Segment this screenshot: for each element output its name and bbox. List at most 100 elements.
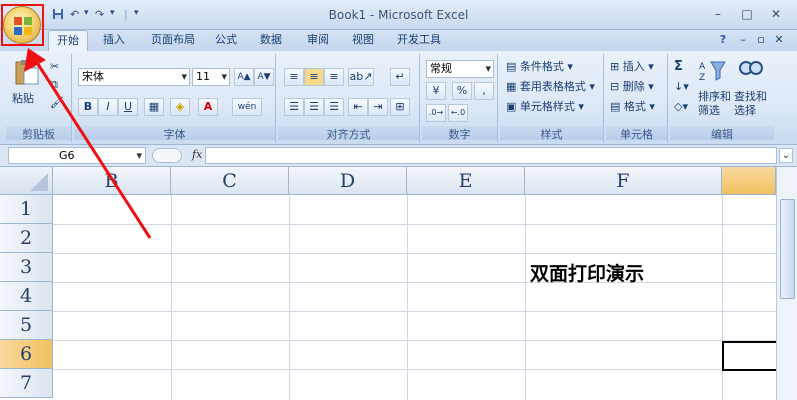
decrease-decimal-icon[interactable]: ←.0 (448, 104, 468, 122)
format-cells-label: 格式 (623, 100, 646, 113)
align-center-icon[interactable]: ☰ (304, 98, 324, 116)
editing-group: Σ ↓▾ ◇▾ AZ 排序和 筛选 查找和 选择 编辑 (670, 54, 774, 142)
svg-text:Z: Z (699, 73, 705, 82)
name-box[interactable]: G6 ▾ (8, 147, 146, 164)
worksheet-grid: B C D E F 1 2 3 4 5 6 7 双面打印演示 (0, 167, 797, 400)
scrollbar-thumb[interactable] (780, 199, 795, 299)
font-color-icon[interactable]: A (198, 98, 218, 116)
sort-filter-label-2[interactable]: 筛选 (698, 102, 720, 120)
align-right-icon[interactable]: ☰ (324, 98, 344, 116)
format-as-table-button[interactable]: ▦ 套用表格格式 ▾ (506, 78, 595, 96)
row-header-3[interactable]: 3 (0, 253, 53, 282)
tab-formulas[interactable]: 公式 (208, 30, 244, 51)
gridline (53, 311, 776, 312)
find-select-icon[interactable] (738, 58, 764, 82)
tab-page-layout[interactable]: 页面布局 (144, 30, 202, 51)
clipboard-group: 粘贴 ✂ ⧉ 🖌 剪贴板 (6, 54, 72, 142)
expand-formula-bar-icon[interactable]: ⌄ (779, 148, 793, 163)
row-header-7[interactable]: 7 (0, 369, 53, 398)
align-left-icon[interactable]: ☰ (284, 98, 304, 116)
number-format-select[interactable]: 常规 ▾ (426, 60, 494, 78)
increase-indent-icon[interactable]: ⇥ (368, 98, 388, 116)
fill-icon[interactable]: ↓▾ (674, 78, 689, 96)
paste-button[interactable]: 粘贴 (12, 90, 34, 108)
italic-button[interactable]: I (98, 98, 118, 116)
increase-decimal-icon[interactable]: .0→ (426, 104, 446, 122)
format-painter-icon[interactable]: 🖌 (50, 94, 64, 112)
row-header-2[interactable]: 2 (0, 224, 53, 253)
tab-review[interactable]: 审阅 (300, 30, 336, 51)
row-header-5[interactable]: 5 (0, 311, 53, 340)
row-header-1[interactable]: 1 (0, 195, 53, 224)
maximize-button[interactable]: □ (734, 5, 760, 23)
sort-filter-icon[interactable]: AZ (698, 58, 726, 83)
column-header-c[interactable]: C (171, 167, 289, 195)
help-icon[interactable]: ? (716, 30, 730, 51)
ribbon-minimize-icon[interactable]: – (736, 30, 750, 51)
font-label: 字体 (74, 126, 275, 141)
number-group: 常规 ▾ ¥ % , .0→ ←.0 数字 (422, 54, 498, 142)
insert-function-icon[interactable]: fx (192, 148, 202, 161)
align-top-icon[interactable]: ≡ (284, 68, 304, 86)
grow-font-button[interactable]: A▲ (234, 68, 254, 86)
format-as-table-label: 套用表格格式 (519, 80, 586, 93)
paste-icon[interactable] (12, 58, 42, 88)
shrink-font-button[interactable]: A▼ (254, 68, 274, 86)
name-box-value: G6 (59, 149, 75, 162)
select-all-corner[interactable] (0, 167, 53, 195)
column-header-d[interactable]: D (289, 167, 407, 195)
comma-button[interactable]: , (474, 82, 494, 100)
delete-cells-button[interactable]: ⊟ 删除 ▾ (610, 78, 654, 96)
formula-input[interactable] (205, 147, 777, 164)
decrease-indent-icon[interactable]: ⇤ (348, 98, 368, 116)
percent-button[interactable]: % (452, 82, 472, 100)
column-header-b[interactable]: B (53, 167, 171, 195)
find-select-label-2[interactable]: 选择 (734, 102, 756, 120)
gridline (53, 369, 776, 370)
font-name-select[interactable]: 宋体 ▾ (78, 68, 190, 86)
active-cell-g6[interactable] (722, 341, 778, 371)
gridline (53, 253, 776, 254)
expand-namebox-handle[interactable] (152, 148, 182, 163)
row-header-6[interactable]: 6 (0, 340, 53, 369)
vertical-scrollbar[interactable] (776, 167, 797, 400)
row-header-4[interactable]: 4 (0, 282, 53, 311)
ribbon-restore-icon[interactable]: ▫ (754, 30, 768, 51)
copy-icon[interactable]: ⧉ (50, 76, 58, 94)
orientation-icon[interactable]: ab↗ (348, 68, 374, 86)
editing-label: 编辑 (670, 126, 774, 141)
align-middle-icon[interactable]: ≡ (304, 68, 324, 86)
bold-button[interactable]: B (78, 98, 98, 116)
minimize-button[interactable]: – (705, 5, 731, 23)
phonetic-button[interactable]: wén (232, 98, 262, 116)
cell-styles-button[interactable]: ▣ 单元格样式 ▾ (506, 98, 584, 116)
clear-icon[interactable]: ◇▾ (674, 98, 688, 116)
cut-icon[interactable]: ✂ (50, 58, 59, 76)
tab-view[interactable]: 视图 (345, 30, 381, 51)
autosum-button[interactable]: Σ (674, 58, 683, 76)
fill-color-icon[interactable]: ◈ (170, 98, 190, 116)
conditional-format-button[interactable]: ▤ 条件格式 ▾ (506, 58, 573, 76)
close-button[interactable]: ✕ (763, 5, 789, 23)
tab-developer[interactable]: 开发工具 (390, 30, 448, 51)
insert-cells-button[interactable]: ⊞ 插入 ▾ (610, 58, 654, 76)
column-header-e[interactable]: E (407, 167, 525, 195)
align-bottom-icon[interactable]: ≡ (324, 68, 344, 86)
tab-data[interactable]: 数据 (253, 30, 289, 51)
underline-button[interactable]: U (118, 98, 138, 116)
ribbon-close-icon[interactable]: ✕ (772, 30, 786, 51)
currency-icon[interactable]: ¥ (426, 82, 446, 100)
tab-insert[interactable]: 插入 (96, 30, 132, 51)
font-group: 宋体 ▾ 11 ▾ A▲ A▼ B I U ▦ ◈ A wén 字体 (74, 54, 276, 142)
tab-home[interactable]: 开始 (48, 30, 88, 51)
column-header-f[interactable]: F (525, 167, 722, 195)
ribbon-tabs: 开始 插入 页面布局 公式 数据 审阅 视图 开发工具 ? – ▫ ✕ (0, 30, 797, 51)
column-header-g[interactable] (722, 167, 776, 195)
format-cells-button[interactable]: ▤ 格式 ▾ (610, 98, 655, 116)
wrap-text-icon[interactable]: ↵ (390, 68, 410, 86)
merge-center-icon[interactable]: ⊞ (390, 98, 410, 116)
borders-icon[interactable]: ▦ (144, 98, 164, 116)
font-size-select[interactable]: 11 ▾ (192, 68, 230, 86)
delete-cells-label: 删除 (622, 80, 645, 93)
cell-f3[interactable]: 双面打印演示 (530, 259, 644, 286)
